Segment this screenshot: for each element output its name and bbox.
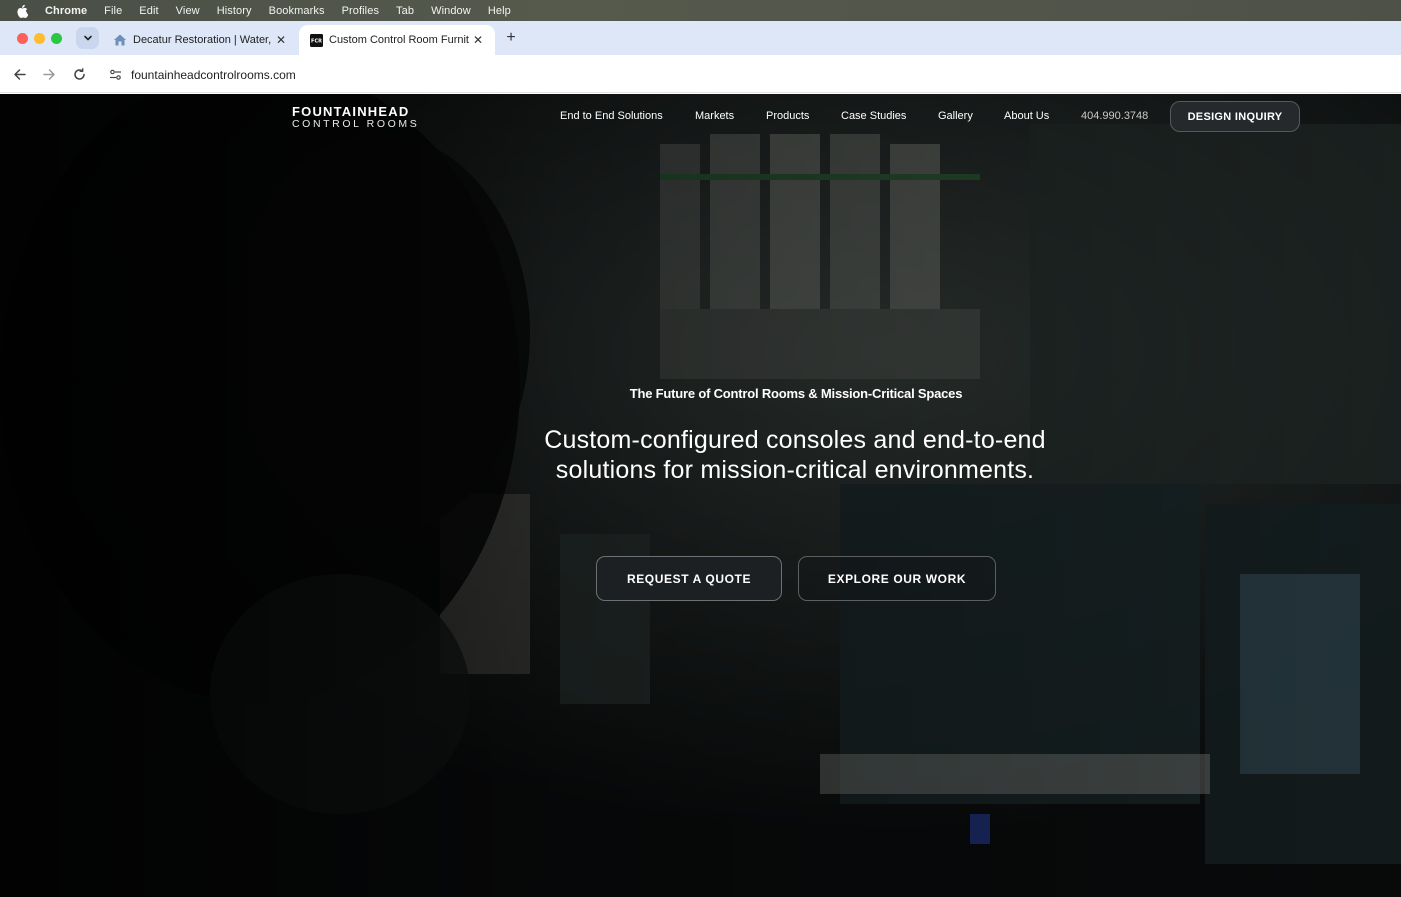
tab-decatur-restoration[interactable]: Decatur Restoration | Water, F ✕ [104, 25, 298, 55]
menu-bookmarks[interactable]: Bookmarks [269, 5, 325, 17]
logo-subtitle: CONTROL ROOMS [292, 118, 420, 130]
url-text[interactable]: fountainheadcontrolrooms.com [131, 68, 296, 82]
menu-profiles[interactable]: Profiles [342, 5, 379, 17]
hero-headline: Custom-configured consoles and end-to-en… [544, 426, 1046, 484]
nav-gallery[interactable]: Gallery [938, 110, 973, 122]
minimize-window-button[interactable] [34, 32, 45, 44]
tab-search-button[interactable] [76, 27, 99, 49]
request-quote-button[interactable]: REQUEST A QUOTE [596, 556, 782, 601]
nav-products[interactable]: Products [766, 110, 809, 122]
chevron-down-icon [83, 35, 92, 41]
menu-help[interactable]: Help [488, 5, 511, 17]
logo-wordmark: FOUNTAINHEAD [292, 104, 410, 119]
site-settings-icon[interactable] [108, 68, 122, 82]
explore-our-work-button[interactable]: EXPLORE OUR WORK [798, 556, 996, 601]
tab-title: Custom Control Room Furnitu [329, 34, 469, 46]
nav-markets[interactable]: Markets [695, 110, 734, 122]
control-room-background-image [0, 94, 1401, 897]
fountainhead-logo[interactable]: FOUNTAINHEAD CONTROL ROOMS [292, 105, 419, 130]
svg-text:FCR: FCR [311, 38, 322, 44]
tab-custom-control-room[interactable]: FCR Custom Control Room Furnitu ✕ [299, 25, 495, 55]
nav-about-us[interactable]: About Us [1004, 110, 1049, 122]
nav-end-to-end-solutions[interactable]: End to End Solutions [560, 110, 663, 122]
nav-case-studies[interactable]: Case Studies [841, 110, 906, 122]
webpage-viewport: FOUNTAINHEAD CONTROL ROOMS End to End So… [0, 94, 1401, 897]
menu-view[interactable]: View [176, 5, 200, 17]
back-arrow-icon[interactable] [11, 66, 27, 82]
browser-toolbar: fountainheadcontrolrooms.com [0, 55, 1401, 93]
site-header: FOUNTAINHEAD CONTROL ROOMS End to End So… [0, 94, 1401, 140]
apple-logo-icon[interactable] [15, 4, 29, 18]
reload-icon[interactable] [71, 66, 87, 82]
forward-arrow-icon[interactable] [41, 66, 57, 82]
fcr-logo-icon: FCR [309, 33, 323, 47]
close-tab-icon[interactable]: ✕ [274, 33, 288, 47]
design-inquiry-button[interactable]: DESIGN INQUIRY [1170, 101, 1300, 132]
window-controls [17, 32, 68, 44]
maximize-window-button[interactable] [51, 32, 62, 44]
macos-menu-bar: Chrome File Edit View History Bookmarks … [0, 0, 1401, 21]
tab-title: Decatur Restoration | Water, F [133, 34, 273, 46]
menu-history[interactable]: History [217, 5, 252, 17]
close-window-button[interactable] [17, 32, 28, 44]
close-tab-icon[interactable]: ✕ [471, 33, 485, 47]
browser-tab-strip: Decatur Restoration | Water, F ✕ FCR Cus… [0, 21, 1401, 55]
menu-file[interactable]: File [104, 5, 122, 17]
house-icon [113, 33, 127, 47]
address-bar[interactable]: fountainheadcontrolrooms.com [100, 60, 1400, 89]
menu-app-chrome[interactable]: Chrome [45, 5, 87, 17]
menu-window[interactable]: Window [431, 5, 471, 17]
menu-tab[interactable]: Tab [396, 5, 414, 17]
hero-eyebrow: The Future of Control Rooms & Mission-Cr… [629, 386, 963, 401]
phone-number-link[interactable]: 404.990.3748 [1081, 110, 1148, 122]
new-tab-plus-icon[interactable]: + [503, 30, 519, 46]
menu-edit[interactable]: Edit [139, 5, 158, 17]
